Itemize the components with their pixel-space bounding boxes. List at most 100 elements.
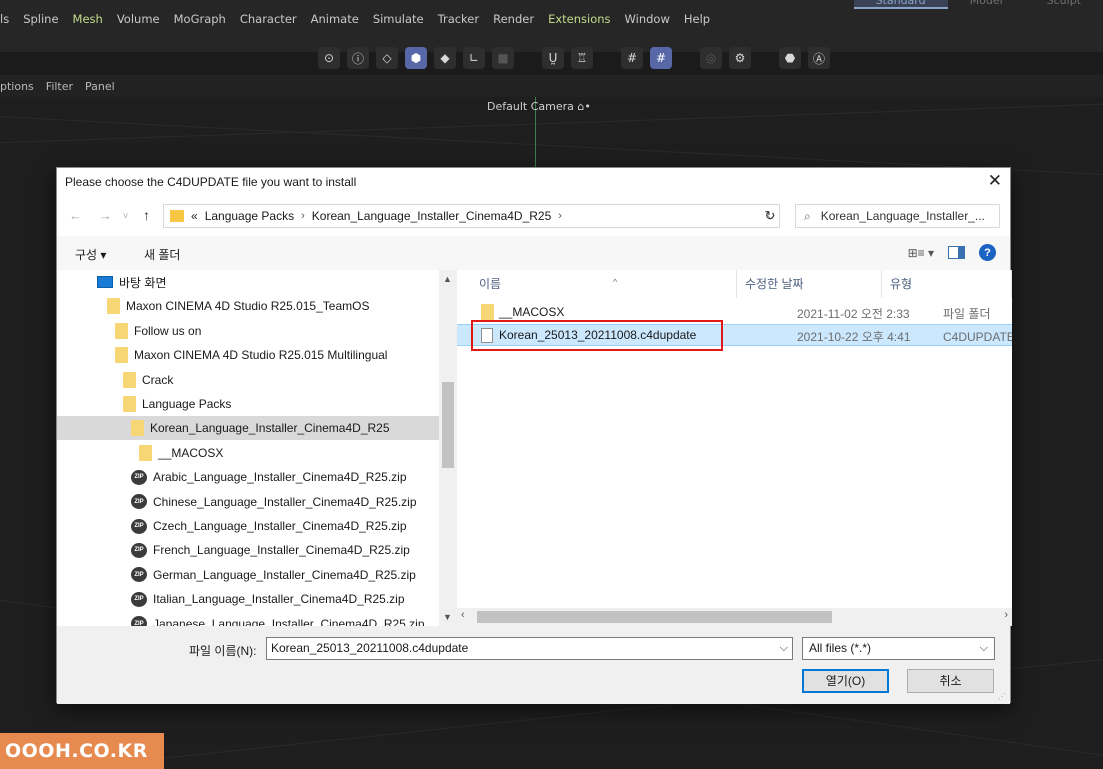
recent-dropdown-icon[interactable]: ˅ [123,211,128,221]
camera-label[interactable]: Default Camera ⌂• [487,100,591,113]
file-open-dialog: Please choose the C4DUPDATE file you wan… [56,167,1012,704]
menu-help[interactable]: Help [684,12,710,40]
preview-pane-icon[interactable] [948,246,965,259]
chevron-right-icon: › [558,210,562,222]
column-header-type[interactable]: 유형 [882,270,1012,298]
tree-item-zip[interactable]: ZIP German_Language_Installer_Cinema4D_R2… [131,563,416,587]
tree-scrollbar[interactable]: ▲ ▼ [439,270,457,626]
file-type: 파일 폴더 [943,307,991,321]
tree-item-folder[interactable]: __MACOSX [139,441,223,465]
menu-simulate[interactable]: Simulate [373,12,424,40]
menu-animate[interactable]: Animate [311,12,359,40]
view-menu-panel[interactable]: Panel [85,80,115,93]
scroll-up-icon[interactable]: ▲ [443,274,452,284]
address-prefix: « [191,209,198,223]
layout-tab-standard[interactable]: Standard [853,0,948,9]
cube-solid-icon[interactable]: ⬢ [405,47,427,69]
breadcrumb-language-packs[interactable]: Language Packs [205,209,294,223]
snap-icon[interactable]: ♖ [571,47,593,69]
tree-item-zip[interactable]: ZIP Chinese_Language_Installer_Cinema4D_R… [131,490,417,514]
menu-spline[interactable]: Spline [23,12,58,40]
menu-mograph[interactable]: MoGraph [174,12,226,40]
organize-button[interactable]: 구성 ▾ [75,246,106,263]
new-folder-button[interactable]: 새 폴더 [144,246,180,263]
address-bar[interactable]: « Language Packs › Korean_Language_Insta… [163,204,780,228]
cube-outline-icon[interactable]: ◇ [376,47,398,69]
tree-item-folder[interactable]: 바탕 화면 [97,270,167,294]
scroll-left-icon[interactable]: ‹ [461,609,465,621]
menu-render[interactable]: Render [493,12,534,40]
folder-icon [131,420,144,437]
square-icon[interactable]: ■ [492,47,514,69]
column-header-name[interactable]: 이름 ^ [471,270,737,298]
tree-item-folder[interactable]: Maxon CINEMA 4D Studio R25.015 Multiling… [115,343,387,367]
tree-item-zip[interactable]: ZIP Arabic_Language_Installer_Cinema4D_R2… [131,465,407,489]
hexagon-icon[interactable]: ⬣ [779,47,801,69]
main-menu: ls Spline Mesh Volume MoGraph Character Animat… [0,12,724,40]
axis-icon[interactable]: ∟ [463,47,485,69]
menu-mesh[interactable]: Mesh [73,12,103,40]
file-type-value: All files (*.*) [809,641,872,655]
menu-character[interactable]: Character [240,12,297,40]
tree-item-zip[interactable]: ZIP French_Language_Installer_Cinema4D_R2… [131,538,410,562]
menu-extensions[interactable]: Extensions [548,12,610,40]
search-input[interactable]: ⌕ Korean_Language_Installer_... [795,204,1000,228]
file-type-select[interactable]: All files (*.*) ⌵ [802,637,995,660]
tree-item-zip[interactable]: ZIP Japanese_Language_Installer_Cinema4D_… [131,612,425,626]
scroll-right-icon[interactable]: › [1004,609,1008,621]
help-icon[interactable]: ? [979,244,996,261]
info-icon[interactable]: ⓘ [347,47,369,69]
back-arrow-icon[interactable]: ← [69,208,82,223]
tree-item-label: Italian_Language_Installer_Cinema4D_R25.… [153,592,405,607]
tree-item-folder[interactable]: Korean_Language_Installer_Cinema4D_R25 [57,416,439,441]
layout-tab-sculpt[interactable]: Sculpt [1025,0,1103,9]
magnet-icon[interactable]: Ṵ [542,47,564,69]
watermark-logo: OOOH.CO.KR [0,733,164,769]
tree-item-zip[interactable]: ZIP Czech_Language_Installer_Cinema4D_R25… [131,514,407,538]
tree-item-zip[interactable]: ZIP Italian_Language_Installer_Cinema4D_R… [131,587,405,611]
column-header-modified[interactable]: 수정한 날짜 [737,270,882,298]
h-scroll-thumb[interactable] [477,611,832,623]
main-toolbar: ⊙ ⓘ ◇ ⬢ ◆ ∟ ■ Ṵ ♖ # # ◎ ⚙ ⬣ Ⓐ [318,44,830,72]
tree-item-label: Japanese_Language_Installer_Cinema4D_R25… [153,616,425,626]
tree-item-label: German_Language_Installer_Cinema4D_R25.z… [153,567,416,582]
circle-dim-icon[interactable]: ◎ [700,47,722,69]
navigation-bar: ← → ˅ ↑ « Language Packs › Korean_Langua… [57,196,1010,236]
layout-tab-model[interactable]: Model [948,0,1025,9]
chevron-right-icon: › [301,210,305,222]
menu-tracker[interactable]: Tracker [438,12,480,40]
menu-volume[interactable]: Volume [117,12,160,40]
tree-item-label: Crack [142,372,174,387]
filename-input[interactable]: Korean_25013_20211008.c4dupdate ⌵ [266,637,793,660]
viewport-menubar: ptions Filter Panel [0,75,1103,97]
letter-a-icon[interactable]: Ⓐ [808,47,830,69]
refresh-icon[interactable]: ↻ [756,204,784,228]
up-arrow-icon[interactable]: ↑ [143,207,150,223]
breadcrumb-korean-installer[interactable]: Korean_Language_Installer_Cinema4D_R25 [312,209,552,223]
scroll-down-icon[interactable]: ▼ [443,612,452,622]
folder-icon [107,298,120,315]
view-menu-filter[interactable]: Filter [46,80,73,93]
forward-arrow-icon[interactable]: → [99,208,112,223]
menu-ls[interactable]: ls [0,12,9,40]
cube-shaded-icon[interactable]: ◆ [434,47,456,69]
resize-grip-icon[interactable]: ⋰ [998,692,1008,702]
tree-item-folder[interactable]: Language Packs [123,392,231,416]
chevron-down-icon[interactable]: ⌵ [780,638,788,659]
file-modified: 2021-10-22 오후 4:41 [797,330,911,344]
view-mode-button[interactable]: ⊞≡ ▾ [908,246,934,260]
menu-window[interactable]: Window [625,12,670,40]
grid-icon[interactable]: # [621,47,643,69]
gear-circle-icon[interactable]: ⚙ [729,47,751,69]
tree-item-folder[interactable]: Maxon CINEMA 4D Studio R25.015_TeamOS [107,294,369,318]
grid-active-icon[interactable]: # [650,47,672,69]
scroll-thumb[interactable] [442,382,454,468]
view-menu-options[interactable]: ptions [0,80,34,93]
circle-dot-icon[interactable]: ⊙ [318,47,340,69]
tree-item-folder[interactable]: Crack [123,368,173,392]
tree-item-folder[interactable]: Follow us on [115,319,201,343]
files-horizontal-scrollbar[interactable]: ‹ › [457,608,1012,626]
close-icon[interactable]: ✕ [988,170,1002,192]
open-button[interactable]: 열기(O) [802,669,889,693]
cancel-button[interactable]: 취소 [907,669,994,693]
